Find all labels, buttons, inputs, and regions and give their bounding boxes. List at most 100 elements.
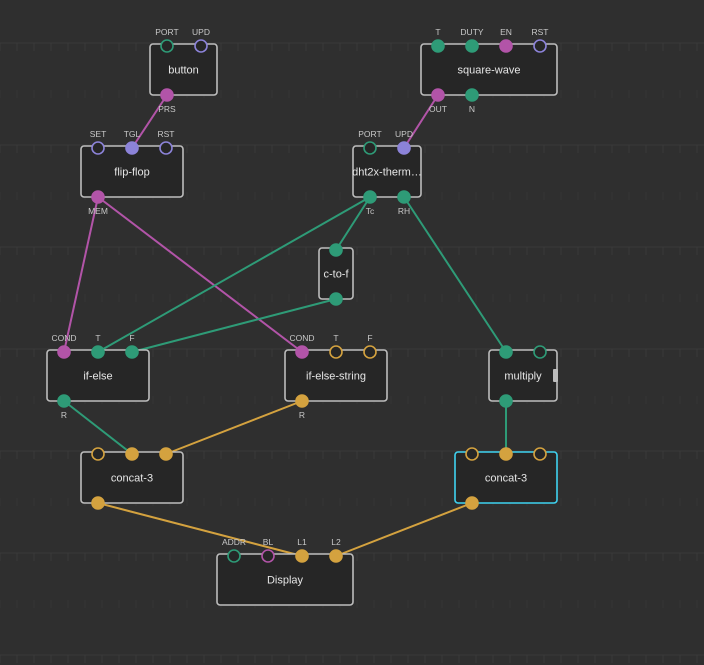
pin-in-en[interactable] [499, 39, 513, 53]
pin-out-rh[interactable] [397, 190, 411, 204]
pin-label: F [129, 333, 134, 343]
node-label: button [168, 65, 199, 77]
pin-in-rst[interactable] [159, 141, 173, 155]
pin-in-f[interactable] [125, 345, 139, 359]
pin-in-2[interactable] [533, 447, 547, 461]
pin-label: BL [263, 537, 274, 547]
pin-in-1[interactable] [125, 447, 139, 461]
pin-label: T [435, 27, 440, 37]
pin-label: F [367, 333, 372, 343]
pin-in-bl[interactable] [261, 549, 275, 563]
node-label: concat-3 [111, 473, 153, 485]
pin-in-port[interactable] [363, 141, 377, 155]
link-c-to-f-to-if-else[interactable] [131, 298, 337, 353]
pin-out-n[interactable] [465, 88, 479, 102]
pin-label: SET [90, 129, 107, 139]
node-label: flip-flop [114, 167, 149, 179]
node-button[interactable]: button PORT UPD PRS [149, 27, 218, 114]
pin-in-cond[interactable] [57, 345, 71, 359]
node-flip-flop[interactable]: flip-flop SET TGL RST MEM [80, 129, 184, 216]
pin-in-1[interactable] [499, 447, 513, 461]
pin-label: L1 [297, 537, 307, 547]
pin-out-0[interactable] [329, 292, 343, 306]
link-dht-to-c-to-f[interactable] [335, 196, 371, 251]
node-square-wave[interactable]: square-wave T DUTY EN RST OUT N [420, 27, 558, 114]
pin-in-cond[interactable] [295, 345, 309, 359]
pin-label: T [333, 333, 338, 343]
link-concat-b-to-display[interactable] [335, 502, 473, 557]
pin-in-1[interactable] [533, 345, 547, 359]
pin-in-duty[interactable] [465, 39, 479, 53]
pin-in-t[interactable] [431, 39, 445, 53]
pin-out-0[interactable] [499, 394, 513, 408]
pin-out-tc[interactable] [363, 190, 377, 204]
pin-label: RH [398, 206, 410, 216]
pin-in-0[interactable] [329, 243, 343, 257]
pin-in-addr[interactable] [227, 549, 241, 563]
node-label: square-wave [458, 65, 521, 77]
pin-label: N [469, 104, 475, 114]
pin-in-tgl[interactable] [125, 141, 139, 155]
pin-in-f[interactable] [363, 345, 377, 359]
pin-label: PORT [155, 27, 178, 37]
pin-out-prs[interactable] [160, 88, 174, 102]
node-multiply[interactable]: multiply [488, 345, 558, 408]
pin-label: L2 [331, 537, 341, 547]
pin-in-t[interactable] [329, 345, 343, 359]
pin-label: R [299, 410, 305, 420]
node-display[interactable]: Display ADDR BL L1 L2 [216, 537, 354, 606]
pin-in-2[interactable] [159, 447, 173, 461]
node-label: Display [267, 575, 304, 587]
pin-in-rst[interactable] [533, 39, 547, 53]
node-if-else[interactable]: if-else COND T F R [46, 333, 150, 420]
node-concat-a[interactable]: concat-3 [80, 447, 184, 510]
node-label: dht2x-therm… [352, 167, 422, 179]
pin-label: RST [158, 129, 175, 139]
pin-out-out[interactable] [431, 88, 445, 102]
pin-out-0[interactable] [465, 496, 479, 510]
node-label: if-else-string [306, 371, 366, 383]
pin-in-t[interactable] [91, 345, 105, 359]
pin-out-r[interactable] [57, 394, 71, 408]
node-concat-b[interactable]: concat-3 [454, 447, 558, 510]
pin-in-0[interactable] [499, 345, 513, 359]
pin-in-upd[interactable] [194, 39, 208, 53]
pin-in-l2[interactable] [329, 549, 343, 563]
link-if-else-string-to-concat-a[interactable] [165, 400, 303, 455]
pin-label: COND [51, 333, 76, 343]
node-c-to-f[interactable]: c-to-f [318, 243, 354, 306]
pin-label: EN [500, 27, 512, 37]
node-label: if-else [83, 371, 112, 383]
pin-in-port[interactable] [160, 39, 174, 53]
pin-label: RST [532, 27, 549, 37]
pin-label: UPD [192, 27, 210, 37]
pin-label: PRS [158, 104, 176, 114]
pin-out-mem[interactable] [91, 190, 105, 204]
pin-label: MEM [88, 206, 108, 216]
pin-out-r[interactable] [295, 394, 309, 408]
link-dht-to-multiply[interactable] [403, 196, 507, 353]
pin-label: COND [289, 333, 314, 343]
pin-in-0[interactable] [91, 447, 105, 461]
pin-out-0[interactable] [91, 496, 105, 510]
pin-label: R [61, 410, 67, 420]
link-square-wave-to-dht[interactable] [403, 94, 439, 149]
link-flip-flop-to-if-else[interactable] [63, 196, 99, 353]
node-dht[interactable]: dht2x-therm… PORT UPD Tc RH [352, 129, 422, 216]
node-if-else-string[interactable]: if-else-string COND T F R [284, 333, 388, 420]
link-if-else-to-concat-a[interactable] [63, 400, 133, 455]
link-button-to-flip-flop[interactable] [131, 94, 168, 149]
pin-in-upd[interactable] [397, 141, 411, 155]
link-concat-a-to-display[interactable] [97, 502, 303, 557]
patch-canvas[interactable]: button PORT UPD PRS square-wave T DUTY EN RST OUT… [0, 0, 704, 665]
pin-label: UPD [395, 129, 413, 139]
pin-in-l1[interactable] [295, 549, 309, 563]
pin-label: Tc [366, 206, 375, 216]
resize-handle[interactable] [553, 369, 558, 382]
pin-label: TGL [124, 129, 141, 139]
pin-in-0[interactable] [465, 447, 479, 461]
node-label: c-to-f [323, 269, 349, 281]
pin-in-set[interactable] [91, 141, 105, 155]
link-flip-flop-to-if-else-string[interactable] [97, 196, 303, 353]
node-label: concat-3 [485, 473, 527, 485]
